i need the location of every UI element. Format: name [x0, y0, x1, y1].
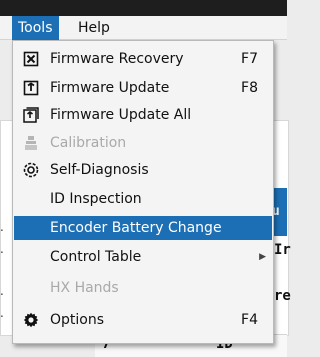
menubar: Tools Help: [0, 16, 287, 40]
menu-item-label: Firmware Recovery: [50, 51, 184, 67]
menu-item-shortcut: F8: [241, 80, 258, 96]
menu-item-id-inspection[interactable]: ID Inspection: [14, 187, 272, 211]
menu-item-firmware-update-all[interactable]: Firmware Update All: [14, 103, 272, 127]
menu-item-firmware-recovery[interactable]: Firmware Recovery F7: [14, 47, 272, 71]
menu-item-label: Self-Diagnosis: [50, 162, 149, 178]
splitter-dots: .: [0, 242, 4, 256]
menu-item-label: Firmware Update: [50, 80, 170, 96]
window-titlebar: [0, 0, 287, 16]
calibration-icon: [23, 135, 39, 151]
menu-item-calibration: Calibration: [14, 131, 272, 155]
menu-item-label: Encoder Battery Change: [50, 220, 222, 236]
menu-tools[interactable]: Tools: [12, 16, 59, 40]
splitter-dots: .: [0, 306, 4, 320]
menu-item-label: ID Inspection: [50, 191, 142, 207]
menu-help[interactable]: Help: [72, 16, 116, 40]
menu-item-control-table[interactable]: Control Table ▶: [14, 245, 272, 269]
gear-icon: [23, 312, 39, 328]
menu-item-label: HX Hands: [50, 280, 119, 296]
tools-dropdown-menu: Firmware Recovery F7 Firmware Update F8 …: [12, 40, 274, 344]
menu-item-self-diagnosis[interactable]: Self-Diagnosis: [14, 158, 272, 182]
menu-item-firmware-update[interactable]: Firmware Update F8: [14, 76, 272, 100]
firmware-update-all-icon: [23, 107, 39, 123]
menu-item-label: Control Table: [50, 249, 142, 265]
self-diagnosis-icon: [23, 162, 39, 178]
menu-item-label: Options: [50, 312, 105, 328]
partial-cell-text: Ir: [274, 242, 291, 258]
splitter-dots: .: [0, 220, 4, 234]
firmware-recovery-icon: [23, 51, 39, 67]
submenu-arrow-icon: ▶: [259, 252, 266, 262]
splitter-dots: .: [0, 284, 4, 298]
menu-item-encoder-battery-change[interactable]: Encoder Battery Change: [14, 216, 272, 240]
firmware-update-icon: [23, 80, 39, 96]
menu-item-shortcut: F7: [241, 51, 258, 67]
menu-item-label: Firmware Update All: [50, 107, 192, 123]
menu-item-hx-hands: HX Hands: [14, 276, 272, 300]
partial-cell-text: re: [274, 288, 291, 304]
menu-item-shortcut: F4: [241, 312, 258, 328]
menu-item-label: Calibration: [50, 135, 127, 151]
menu-item-options[interactable]: Options F4: [14, 308, 272, 332]
